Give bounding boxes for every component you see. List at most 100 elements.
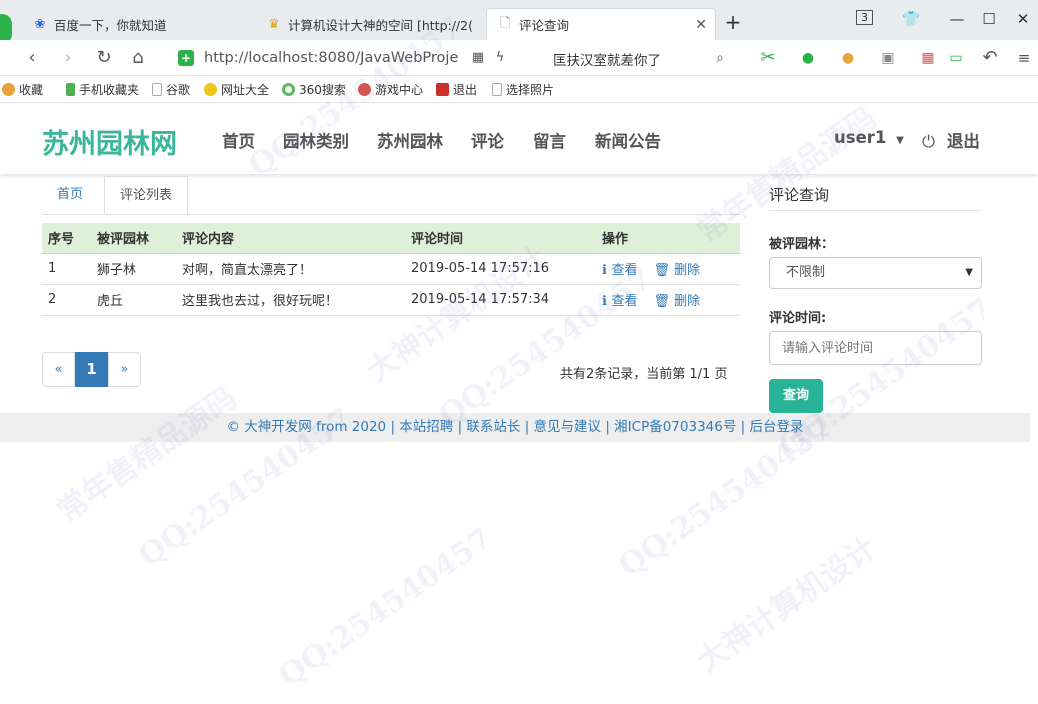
bookmark-logout[interactable]: 退出 — [436, 81, 477, 98]
delete-link[interactable]: 🗑 删除 — [653, 263, 700, 278]
column-header-garden: 被评园林 — [91, 223, 176, 254]
tab-comment-list[interactable]: 评论列表 — [104, 176, 189, 215]
trash-icon: 🗑 — [653, 294, 675, 309]
bookmark-directory[interactable]: 网址大全 — [204, 81, 269, 98]
menu-icon[interactable]: ≡ — [1012, 46, 1036, 70]
page-icon — [492, 83, 502, 96]
translate-icon[interactable]: ● — [796, 46, 820, 70]
browser-tab-space[interactable]: ♛ 计算机设计大神的空间 [http://2( — [256, 8, 486, 40]
grid-icon[interactable]: ▦ — [466, 46, 490, 70]
tab-count-badge[interactable]: 3 — [856, 10, 873, 25]
comment-time-input[interactable] — [769, 331, 982, 365]
coin-icon[interactable]: ● — [836, 46, 860, 70]
cell-time: 2019-05-14 17:57:16 — [405, 253, 596, 285]
watermark: 大神计算机设计 — [690, 530, 884, 680]
site-brand[interactable]: 苏州园林网 — [42, 122, 177, 161]
cell-actions: ℹ 查看 🗑 删除 — [596, 253, 740, 285]
time-filter-label: 评论时间: — [769, 311, 827, 326]
user-menu[interactable]: user1 ▼ — [834, 128, 904, 147]
browser-tab-comment-query[interactable]: 🗋 评论查询 ✕ — [486, 8, 716, 40]
view-link[interactable]: ℹ 查看 — [602, 294, 637, 309]
bookmark-360[interactable]: 360搜索 — [282, 81, 346, 98]
cell-content: 对啊，简直太漂亮了！ — [176, 253, 405, 285]
exit-icon — [436, 83, 449, 96]
security-shield-icon: + — [178, 50, 194, 66]
garden-select-value: 不限制 — [786, 265, 826, 280]
power-icon: ⏻ — [922, 132, 936, 151]
cell-actions: ℹ 查看 🗑 删除 — [596, 284, 740, 316]
maximize-icon[interactable]: ☐ — [978, 10, 1000, 28]
page-icon: 🗋 — [499, 15, 511, 31]
pagination: « 1 » — [42, 352, 141, 387]
close-tab-icon[interactable]: ✕ — [695, 17, 707, 33]
watermark: 常年售精品源码 — [50, 380, 244, 530]
trash-icon: 🗑 — [653, 263, 675, 278]
browser-tab-baidu[interactable]: ❀ 百度一下，你就知道 — [22, 8, 256, 40]
prev-page-button[interactable]: « — [42, 352, 75, 387]
scissors-icon[interactable]: ✂ — [756, 46, 780, 70]
crown-icon: ♛ — [268, 16, 280, 32]
back-icon[interactable]: ‹ — [20, 46, 44, 70]
bookmark-games[interactable]: 游戏中心 — [358, 81, 423, 98]
tab-label: 百度一下，你就知道 — [54, 17, 167, 33]
cell-time: 2019-05-14 17:57:34 — [405, 284, 596, 316]
browser-tab-bar: ❀ 百度一下，你就知道 ♛ 计算机设计大神的空间 [http://2( 🗋 评论… — [0, 0, 1038, 40]
caret-down-icon: ▼ — [965, 267, 973, 278]
battery-icon[interactable]: ▭ — [944, 46, 968, 70]
undo-icon[interactable]: ↶ — [978, 46, 1002, 70]
column-header-no: 序号 — [42, 223, 91, 254]
table-row: 1 狮子林 对啊，简直太漂亮了！ 2019-05-14 17:57:16 ℹ 查… — [42, 253, 740, 285]
cell-garden: 狮子林 — [91, 253, 176, 285]
baidu-paw-icon: ❀ — [34, 16, 46, 32]
home-icon[interactable]: ⌂ — [126, 46, 150, 70]
tab-label: 计算机设计大神的空间 [http://2( — [288, 17, 473, 33]
cell-content: 这里我也去过，很好玩呢！ — [176, 284, 405, 316]
nav-home[interactable]: 首页 — [222, 128, 255, 152]
lightning-icon[interactable]: ϟ — [488, 46, 512, 70]
phone-icon — [66, 83, 75, 96]
bookmark-mobile[interactable]: 手机收藏夹 — [66, 81, 139, 98]
query-button[interactable]: 查询 — [769, 379, 823, 413]
search-suggestion[interactable]: 匡扶汉室就差你了 — [553, 49, 661, 69]
tab-home[interactable]: 首页 — [42, 176, 98, 215]
search-icon[interactable]: ⌕ — [708, 46, 732, 70]
new-tab-button[interactable]: + — [722, 10, 744, 34]
nav-suzhou-gardens[interactable]: 苏州园林 — [377, 128, 443, 152]
site-navbar: 苏州园林网 首页 园林类别 苏州园林 评论 留言 新闻公告 user1 ▼ ⏻ … — [0, 104, 1038, 174]
view-link[interactable]: ℹ 查看 — [602, 263, 637, 278]
pagination-info: 共有2条记录，当前第 1/1 页 — [560, 367, 728, 382]
forward-icon[interactable]: › — [56, 46, 80, 70]
nav-messages[interactable]: 留言 — [533, 128, 566, 152]
next-page-button[interactable]: » — [108, 352, 141, 387]
star-icon — [2, 83, 15, 96]
bookmark-photos[interactable]: 选择照片 — [492, 81, 554, 98]
cell-garden: 虎丘 — [91, 284, 176, 316]
cell-no: 1 — [42, 253, 91, 285]
table-header-row: 序号 被评园林 评论内容 评论时间 操作 — [42, 223, 740, 254]
bookmark-google[interactable]: 谷歌 — [152, 81, 190, 98]
nav-comments[interactable]: 评论 — [471, 128, 504, 152]
bookmark-favorites[interactable]: 收藏 — [2, 81, 43, 98]
site-footer[interactable]: © 大神开发网 from 2020 | 本站招聘 | 联系站长 | 意见与建议 … — [0, 413, 1030, 442]
image-icon[interactable]: ▣ — [876, 46, 900, 70]
caret-down-icon: ▼ — [896, 135, 904, 146]
comments-table: 序号 被评园林 评论内容 评论时间 操作 1 狮子林 对啊，简直太漂亮了！ 20… — [42, 223, 740, 316]
ring-icon — [282, 83, 295, 96]
tab-label: 评论查询 — [519, 18, 570, 33]
minimize-icon[interactable]: — — [946, 10, 968, 28]
apps-icon[interactable]: ▦ — [916, 46, 940, 70]
delete-link[interactable]: 🗑 删除 — [653, 294, 700, 309]
shirt-icon[interactable]: 👕 — [900, 10, 922, 28]
garden-filter-label: 被评园林： — [769, 237, 835, 252]
watermark: QQ:254540457 — [272, 521, 499, 694]
close-window-icon[interactable]: ✕ — [1012, 10, 1034, 28]
username: user1 — [834, 128, 887, 147]
page-icon — [152, 83, 162, 96]
reload-icon[interactable]: ↻ — [92, 46, 116, 70]
nav-garden-categories[interactable]: 园林类别 — [283, 128, 349, 152]
page-1-button[interactable]: 1 — [75, 352, 108, 387]
nav-news[interactable]: 新闻公告 — [595, 128, 661, 152]
garden-select[interactable]: 不限制 ▼ — [769, 257, 982, 289]
cell-no: 2 — [42, 284, 91, 316]
logout-link[interactable]: ⏻ 退出 — [922, 128, 980, 152]
